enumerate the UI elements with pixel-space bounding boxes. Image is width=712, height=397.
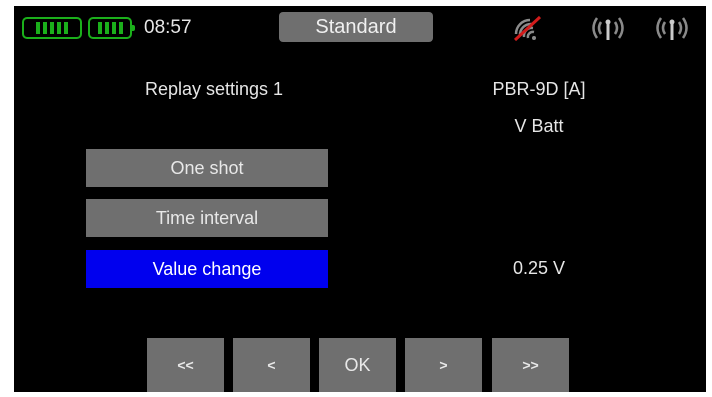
last-button[interactable]: >> [492, 338, 569, 392]
time-interval-button[interactable]: Time interval [86, 199, 328, 237]
ok-button[interactable]: OK [319, 338, 396, 392]
sensor-value-name: V Batt [514, 116, 564, 136]
first-button[interactable]: << [147, 338, 224, 392]
next-button[interactable]: > [405, 338, 482, 392]
one-shot-button[interactable]: One shot [86, 149, 328, 187]
antenna-icon [656, 17, 688, 40]
receiver-battery-icon [88, 17, 135, 39]
wifi-off-icon [513, 15, 542, 42]
previous-button[interactable]: < [233, 338, 310, 392]
value-change-button[interactable]: Value change [86, 250, 328, 288]
page-title: Replay settings 1 [144, 79, 284, 99]
sensor-name: PBR-9D [A] [492, 79, 586, 99]
model-name-button[interactable]: Standard [279, 12, 433, 42]
change-value[interactable]: 0.25 V [454, 258, 624, 279]
transmitter-battery-icon [22, 17, 82, 39]
antenna-icon [592, 17, 624, 40]
clock-time: 08:57 [144, 17, 192, 38]
transmitter-screen: 08:57 Standard Replay settings 1 PBR-9D … [14, 6, 706, 392]
